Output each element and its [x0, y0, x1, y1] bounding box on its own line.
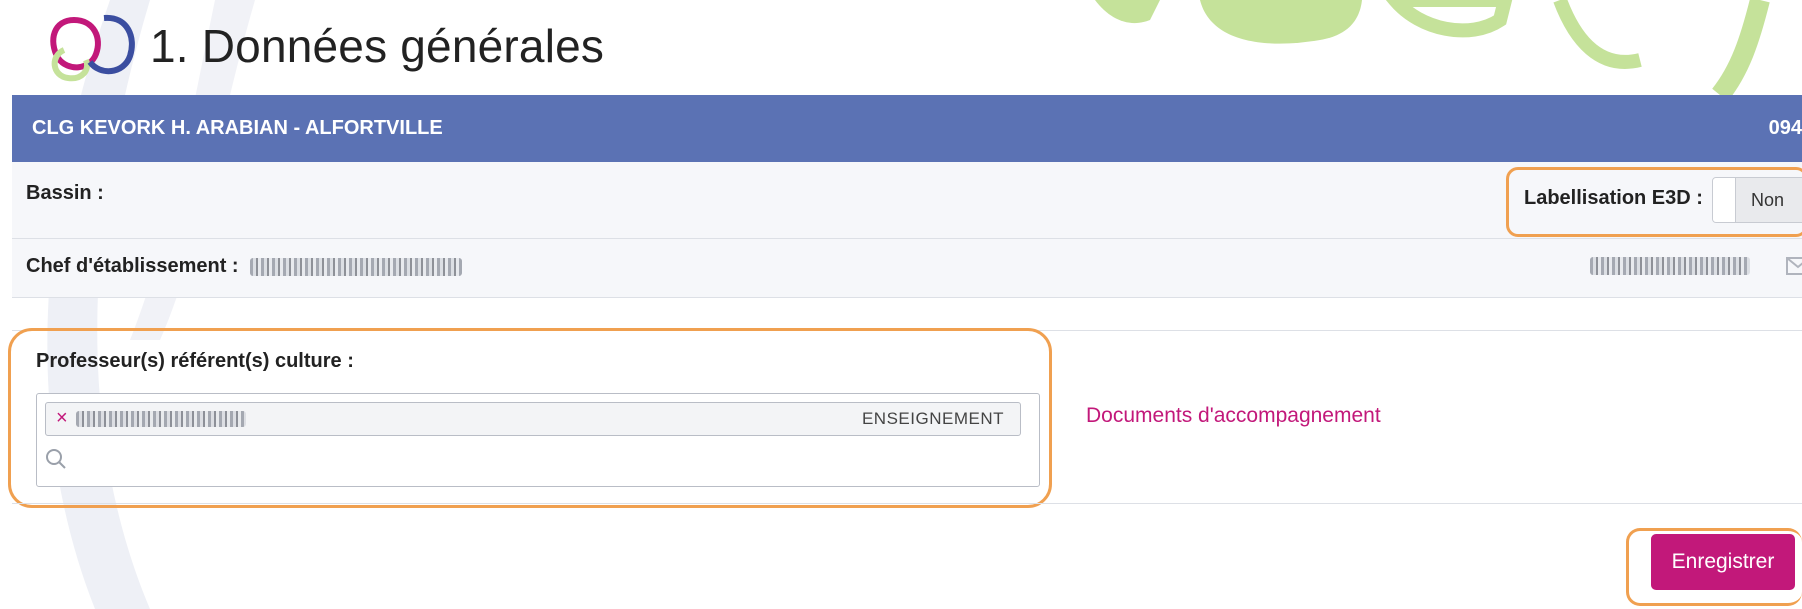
chef-phone-redacted: [1590, 257, 1750, 275]
chef-name-redacted: [250, 257, 463, 276]
chef-label: Chef d'établissement :: [26, 255, 463, 278]
save-button[interactable]: Enregistrer: [1651, 534, 1795, 590]
search-icon: [46, 449, 66, 469]
e3d-label: Labellisation E3D :: [1524, 187, 1703, 209]
divider: [12, 503, 1802, 504]
mail-icon[interactable]: [1786, 257, 1802, 275]
bassin-label: Bassin :: [26, 182, 104, 204]
page-title: 1. Données générales: [150, 20, 605, 72]
page: 1. Données générales CLG KEVORK H. ARABI…: [0, 0, 1802, 609]
chef-label-text: Chef d'établissement :: [26, 255, 239, 277]
remove-icon[interactable]: ×: [56, 407, 68, 430]
e3d-toggle[interactable]: Non: [1712, 177, 1802, 223]
referent-tag: × ENSEIGNEMENT: [45, 402, 1021, 436]
school-name: CLG KEVORK H. ARABIAN - ALFORTVILLE: [32, 117, 443, 139]
referent-role: ENSEIGNEMENT: [861, 409, 1004, 428]
referent-name-redacted: [76, 411, 246, 427]
documents-link[interactable]: Documents d'accompagnement: [1086, 404, 1381, 428]
toggle-knob[interactable]: [1713, 178, 1736, 222]
referent-select[interactable]: × ENSEIGNEMENT: [36, 393, 1040, 487]
school-header-bar: CLG KEVORK H. ARABIAN - ALFORTVILLE 094: [12, 95, 1802, 162]
referent-label: Professeur(s) référent(s) culture :: [36, 350, 354, 372]
logo-icon: [50, 14, 135, 82]
toggle-value: Non: [1751, 190, 1785, 210]
chef-row: Chef d'établissement :: [12, 239, 1802, 298]
school-code: 094: [1768, 117, 1802, 139]
referent-search-input[interactable]: [73, 444, 1017, 476]
page-header: 1. Données générales: [44, 10, 604, 82]
e3d-labellisation: Labellisation E3D : Non: [1506, 167, 1802, 237]
